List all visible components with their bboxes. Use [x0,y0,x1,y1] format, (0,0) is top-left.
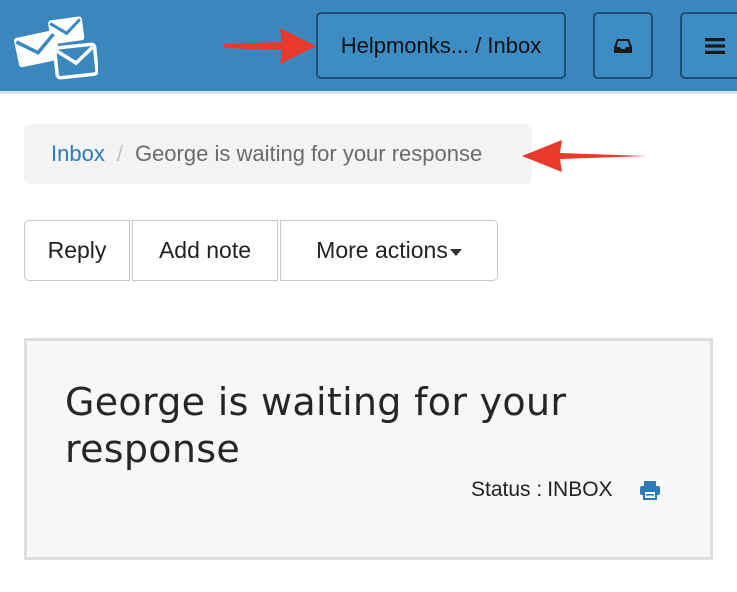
ticket-action-toolbar: Reply Add note More actions [24,220,500,281]
breadcrumb-inbox-link[interactable]: Inbox [51,141,105,167]
add-note-button[interactable]: Add note [132,220,278,281]
more-actions-label: More actions [316,237,448,263]
reply-button[interactable]: Reply [24,220,130,281]
breadcrumb-separator: / [116,141,123,166]
inbox-tray-icon [614,38,632,53]
status-value: INBOX [547,478,613,501]
breadcrumb-current: George is waiting for your response [134,141,483,166]
print-icon [639,481,660,500]
breadcrumb: Inbox / George is waiting for your respo… [24,124,532,184]
inbox-button[interactable] [593,12,653,79]
mailbox-switcher-button[interactable]: Helpmonks... / Inbox [316,12,566,79]
app-logo-envelopes-icon[interactable] [12,14,98,80]
annotation-arrow-icon [224,28,316,64]
main-menu-button[interactable] [680,12,737,79]
hamburger-menu-icon [705,37,725,54]
ticket-header-panel: George is waiting for your response Stat… [24,338,713,560]
more-actions-dropdown[interactable]: More actions [280,220,498,281]
ticket-status: Status : INBOX [471,478,661,502]
top-navbar: Helpmonks... / Inbox [0,0,737,94]
caret-down-icon [449,248,462,256]
mailbox-switcher-label: Helpmonks... / Inbox [340,32,542,58]
annotation-arrow-icon [522,140,646,172]
status-label: Status : [471,478,543,501]
reply-button-label: Reply [47,237,107,263]
ticket-title: George is waiting for your response [65,380,567,471]
add-note-button-label: Add note [158,237,252,263]
print-button[interactable] [639,480,661,500]
